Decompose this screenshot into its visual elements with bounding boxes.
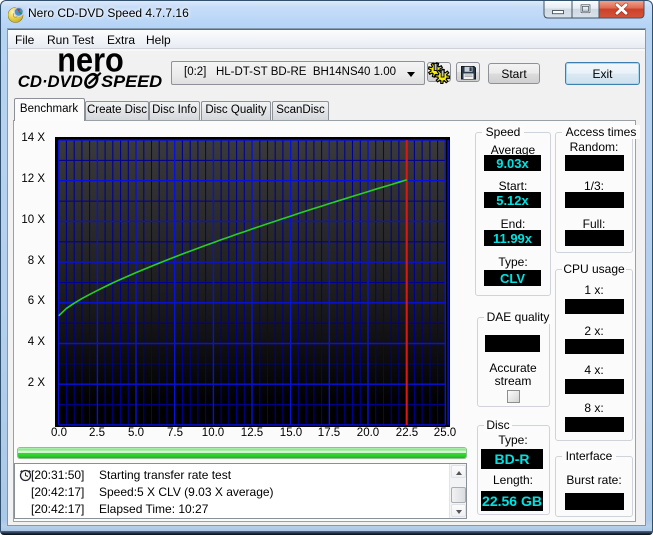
svg-text:CD·DVD: CD·DVD	[18, 72, 83, 91]
svg-text:SPEED: SPEED	[101, 72, 162, 91]
